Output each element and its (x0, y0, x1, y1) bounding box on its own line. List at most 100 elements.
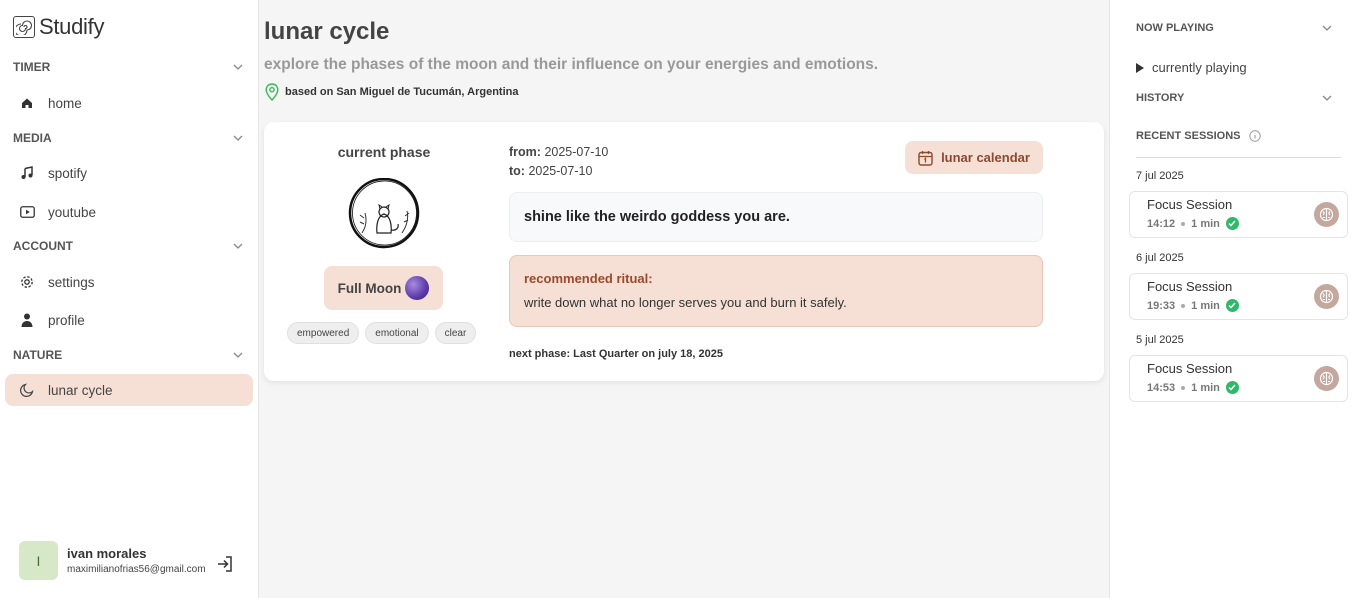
avatar: I (19, 541, 58, 580)
check-icon (1225, 217, 1239, 230)
section-title: NATURE (13, 348, 63, 362)
sidebar-item-label: youtube (48, 204, 97, 220)
session-meta: 14:12 1 min (1147, 217, 1239, 230)
now-playing-header[interactable]: NOW PLAYING (1136, 22, 1332, 34)
user-card[interactable]: I ivan morales maximilianofrias56@gmail.… (19, 541, 206, 580)
sidebar-item-label: spotify (48, 165, 88, 181)
session-date: 6 jul 2025 (1136, 252, 1184, 264)
current-phase-label: current phase (337, 144, 431, 160)
separator-dot (1181, 221, 1186, 226)
app-logo[interactable]: Studify (13, 14, 104, 40)
session-card[interactable]: Focus Session 14:53 1 min (1129, 355, 1348, 402)
recent-sessions-title: RECENT SESSIONS (1136, 130, 1241, 142)
session-duration: 1 min (1191, 217, 1220, 230)
currently-playing-label: currently playing (1152, 60, 1247, 75)
moon-icon (19, 382, 35, 398)
play-icon (1136, 62, 1144, 73)
separator-dot (1181, 303, 1186, 308)
ritual-title: recommended ritual: (524, 271, 653, 286)
ritual-box: recommended ritual: write down what no l… (509, 255, 1043, 327)
page-title: lunar cycle (264, 18, 390, 45)
user-icon (19, 312, 35, 328)
sidebar-item-label: profile (48, 312, 85, 328)
music-note-icon (19, 165, 35, 181)
recent-sessions-header: RECENT SESSIONS (1136, 130, 1261, 142)
section-title: ACCOUNT (13, 239, 73, 253)
sidebar-item-label: home (48, 95, 82, 111)
youtube-icon (19, 204, 35, 220)
sidebar-item-lunar-cycle[interactable]: lunar cycle (5, 374, 253, 406)
lunar-phase-card: current phase Full Moon empowered emotio… (264, 122, 1104, 381)
home-icon (19, 95, 35, 111)
section-title: MEDIA (13, 131, 52, 145)
mood-tag: clear (434, 322, 477, 344)
user-email: maximilianofrias56@gmail.com (67, 564, 206, 575)
location-pin-icon (265, 83, 279, 101)
divider (1136, 157, 1341, 158)
session-time: 14:12 (1147, 217, 1176, 230)
full-moon-orb-icon (405, 276, 430, 300)
session-duration: 1 min (1191, 381, 1220, 394)
mood-tag: emotional (365, 322, 429, 344)
sidebar-item-label: settings (48, 274, 95, 290)
session-time: 14:53 (1147, 381, 1176, 394)
ritual-text: write down what no longer serves you and… (524, 295, 847, 310)
app-name: Studify (39, 14, 105, 39)
chevron-down-icon (1322, 95, 1332, 101)
logout-icon[interactable] (216, 555, 234, 578)
phase-name: Full Moon (337, 280, 402, 296)
session-card[interactable]: Focus Session 19:33 1 min (1129, 273, 1348, 320)
chevron-down-icon (233, 352, 243, 358)
check-icon (1225, 381, 1239, 394)
session-meta: 19:33 1 min (1147, 299, 1239, 312)
calendar-icon (918, 150, 933, 166)
mood-tag: empowered (287, 322, 360, 344)
sidebar-item-spotify[interactable]: spotify (5, 157, 253, 189)
lunar-calendar-label: lunar calendar (941, 150, 1030, 165)
phase-name-badge: Full Moon (324, 266, 443, 310)
now-playing-title: NOW PLAYING (1136, 22, 1214, 34)
sidebar: Studify TIMER home MEDIA spotify youtube… (0, 0, 259, 598)
session-card[interactable]: Focus Session 14:12 1 min (1129, 191, 1348, 238)
sidebar-item-settings[interactable]: settings (5, 266, 253, 298)
to-label: to: (509, 164, 525, 178)
session-title: Focus Session (1147, 361, 1233, 376)
from-label: from: (509, 145, 541, 159)
chevron-down-icon (233, 135, 243, 141)
location-text: based on San Miguel de Tucumán, Argentin… (285, 86, 519, 98)
session-meta: 14:53 1 min (1147, 381, 1239, 394)
currently-playing[interactable]: currently playing (1136, 60, 1247, 75)
phase-date-range: from: 2025-07-10 to: 2025-07-10 (509, 143, 608, 181)
chevron-down-icon (1322, 25, 1332, 31)
sidebar-item-youtube[interactable]: youtube (5, 196, 253, 228)
to-date: 2025-07-10 (528, 164, 593, 178)
phase-quote: shine like the weirdo goddess you are. (509, 192, 1043, 242)
session-title: Focus Session (1147, 279, 1233, 294)
user-name: ivan morales (67, 546, 147, 561)
next-phase-info: next phase: Last Quarter on july 18, 202… (509, 348, 723, 360)
page-subtitle: explore the phases of the moon and their… (264, 56, 879, 73)
mood-tags: empowered emotional clear (287, 322, 477, 344)
session-time: 19:33 (1147, 299, 1176, 312)
sidebar-item-profile[interactable]: profile (5, 304, 253, 336)
sidebar-item-home[interactable]: home (5, 87, 253, 119)
moon-cat-illustration-icon (348, 178, 420, 249)
section-nature[interactable]: NATURE (13, 348, 243, 362)
session-title: Focus Session (1147, 197, 1233, 212)
section-account[interactable]: ACCOUNT (13, 239, 243, 253)
info-icon[interactable] (1248, 130, 1261, 142)
section-title: TIMER (13, 60, 51, 74)
gear-icon (19, 274, 35, 290)
separator-dot (1181, 385, 1186, 390)
check-icon (1225, 299, 1239, 312)
section-timer[interactable]: TIMER (13, 60, 243, 74)
section-media[interactable]: MEDIA (13, 131, 243, 145)
brain-icon (1314, 284, 1339, 309)
history-header[interactable]: HISTORY (1136, 92, 1332, 104)
location-info: based on San Miguel de Tucumán, Argentin… (265, 83, 518, 101)
lunar-calendar-button[interactable]: lunar calendar (905, 141, 1043, 174)
brain-icon (1314, 366, 1339, 391)
right-panel: NOW PLAYING currently playing HISTORY RE… (1109, 0, 1366, 598)
brain-icon (1314, 202, 1339, 227)
session-date: 7 jul 2025 (1136, 170, 1184, 182)
